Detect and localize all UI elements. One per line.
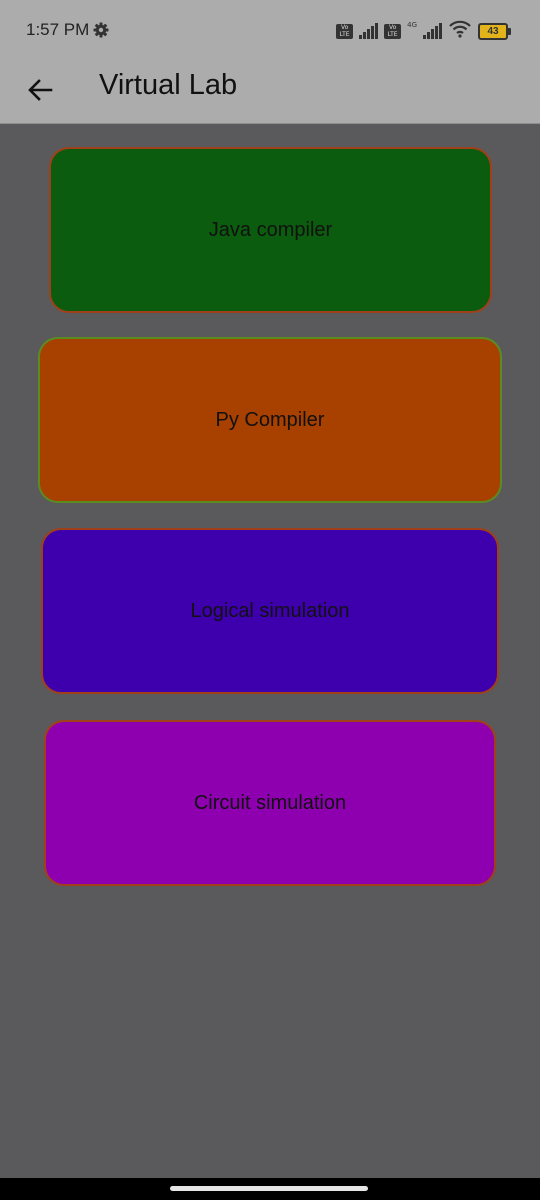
circuit-simulation-card[interactable]: Circuit simulation (44, 720, 496, 886)
card-label: Circuit simulation (193, 791, 347, 814)
volte-icon-2: Vo LTE (384, 23, 402, 39)
py-compiler-card[interactable]: Py Compiler (38, 337, 502, 503)
home-gesture-handle[interactable] (170, 1186, 368, 1191)
java-compiler-card[interactable]: Java compiler (49, 147, 492, 313)
page-title: Virtual Lab (99, 69, 238, 101)
wifi-icon (448, 20, 472, 43)
card-label: Java compiler (208, 218, 333, 241)
signal-icon (359, 23, 379, 39)
signal-icon-2 (423, 23, 442, 39)
card-label: Py Compiler (215, 408, 325, 431)
status-time: 1:57 PM (26, 20, 90, 39)
navigation-bar (0, 1178, 540, 1200)
volte-icon: Vo LTE (336, 23, 354, 39)
arrow-left-icon (28, 79, 53, 101)
logical-simulation-card[interactable]: Logical simulation (41, 528, 499, 694)
status-icons: Vo LTE Vo LTE 4G 43 (336, 18, 511, 44)
status-bar: 1:57 PM Vo LTE Vo LTE 4G 43 (0, 0, 540, 60)
gear-icon (93, 22, 109, 38)
card-label: Logical simulation (190, 599, 350, 622)
app-bar: Virtual Lab (0, 60, 540, 124)
battery-icon: 43 (478, 22, 511, 40)
back-button[interactable] (18, 68, 62, 112)
network-type-label: 4G (407, 21, 417, 29)
